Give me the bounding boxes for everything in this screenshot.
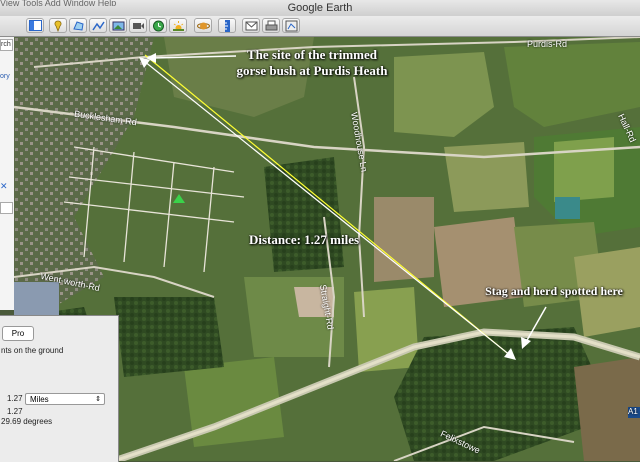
sidebar-field[interactable] xyxy=(0,202,13,214)
polygon-icon xyxy=(73,21,84,31)
sidebar-toggle-button[interactable] xyxy=(26,18,44,33)
add-image-overlay-button[interactable] xyxy=(109,18,127,33)
field-green xyxy=(554,137,614,202)
woodland-west xyxy=(114,297,224,377)
add-polygon-button[interactable] xyxy=(69,18,87,33)
ruler-dialog: Pro nts on the ground 1.27 Miles ⇕ 1.27 … xyxy=(0,315,119,462)
site-annotation: The site of the trimmed gorse bush at Pu… xyxy=(236,47,388,78)
title-bar: View Tools Add Window Help Google Earth xyxy=(0,0,640,17)
ground-length: 1.27 xyxy=(7,407,23,416)
email-button[interactable] xyxy=(242,18,260,33)
add-placemark-button[interactable] xyxy=(49,18,67,33)
historical-imagery-button[interactable] xyxy=(149,18,167,33)
sunlight-icon xyxy=(173,21,184,31)
path-icon xyxy=(92,21,105,31)
search-field[interactable]: rch xyxy=(0,39,13,51)
units-select[interactable]: Miles ⇕ xyxy=(25,393,105,405)
sunlight-button[interactable] xyxy=(169,18,187,33)
image-overlay-icon xyxy=(112,21,125,31)
road-label-purdis: Purdis-Rd xyxy=(527,39,568,49)
distance-annotation: Distance: 1.27 miles xyxy=(248,232,360,247)
units-selected: Miles xyxy=(30,395,49,404)
close-icon[interactable]: ✕ xyxy=(0,181,8,192)
field xyxy=(444,142,529,212)
add-path-button[interactable] xyxy=(89,18,107,33)
view-in-maps-icon xyxy=(285,20,298,32)
road-label-a14: A1 xyxy=(628,407,638,416)
window-title: Google Earth xyxy=(287,2,353,14)
ruler-instructions: nts on the ground xyxy=(1,346,64,355)
pond xyxy=(555,197,580,219)
record-tour-icon xyxy=(133,23,144,29)
industrial-building xyxy=(14,282,59,317)
view-in-maps-button[interactable] xyxy=(282,18,300,33)
search-label: rch xyxy=(1,41,11,48)
woodland xyxy=(264,157,344,272)
sidebar-toggle-icon xyxy=(29,20,42,31)
print-button[interactable] xyxy=(262,18,280,33)
planets-icon xyxy=(197,22,210,30)
print-icon xyxy=(265,20,278,31)
ruler-icon xyxy=(225,20,230,32)
ruler-button[interactable] xyxy=(218,18,236,33)
heading-value: 29.69 degrees xyxy=(1,417,53,426)
stag-annotation: Stag and herd spotted here xyxy=(485,284,623,298)
length-value: 1.27 xyxy=(7,394,23,403)
toolbar xyxy=(0,16,640,37)
history-link[interactable]: ory xyxy=(0,73,10,80)
record-tour-button[interactable] xyxy=(129,18,147,33)
email-icon xyxy=(245,21,258,31)
sidebar-panel: rch ory ✕ xyxy=(0,37,15,310)
historical-imagery-icon xyxy=(153,20,164,32)
placemark-icon xyxy=(54,20,62,32)
planets-button[interactable] xyxy=(194,18,212,33)
tab-pro[interactable]: Pro xyxy=(2,326,34,341)
chevron-down-icon: ⇕ xyxy=(95,396,101,403)
